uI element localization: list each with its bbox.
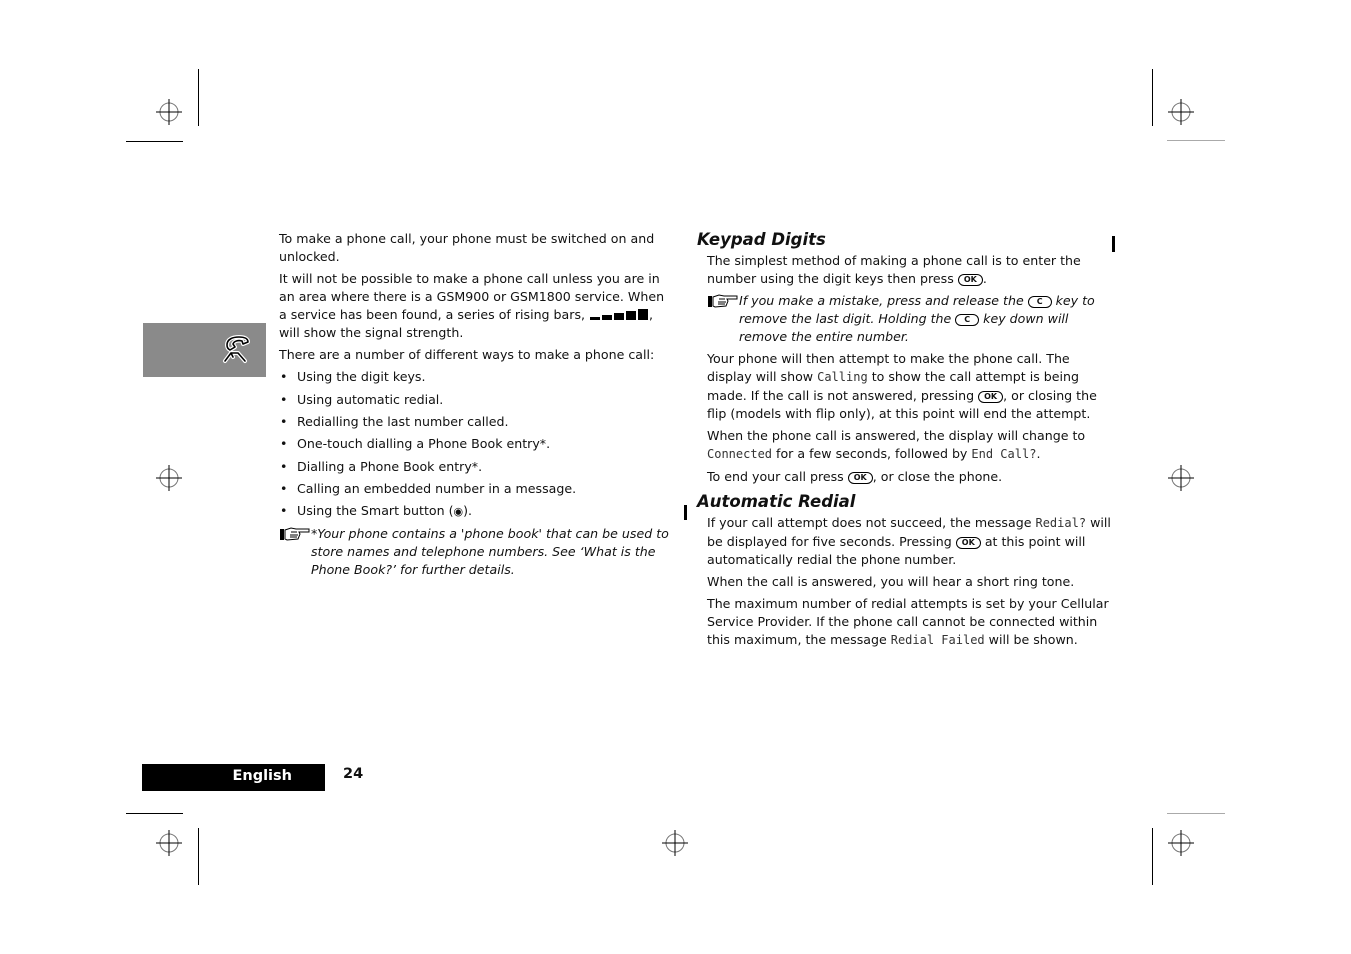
list-item: • Redialling the last number called. bbox=[280, 413, 509, 429]
crop-mark bbox=[198, 69, 199, 126]
phone-handset-icon bbox=[223, 335, 250, 363]
redial-paragraph: If your call attempt does not succeed, t… bbox=[707, 514, 1111, 567]
ok-key-icon: OK bbox=[957, 273, 983, 286]
registration-mark-icon bbox=[1168, 830, 1194, 856]
registration-mark-icon bbox=[156, 830, 182, 856]
c-key-icon: C bbox=[955, 313, 980, 326]
pointing-hand-icon bbox=[708, 294, 738, 308]
crop-mark bbox=[198, 828, 199, 885]
display-text: Calling bbox=[817, 369, 868, 384]
crop-mark bbox=[126, 141, 183, 142]
display-text: Connected bbox=[707, 446, 773, 461]
list-item: • One-touch dialling a Phone Book entry*. bbox=[280, 436, 551, 452]
ways-intro: There are a number of different ways to … bbox=[279, 346, 655, 362]
left-column: To make a phone call, your phone must be… bbox=[279, 230, 674, 583]
smart-button-icon: ◉ bbox=[453, 505, 464, 519]
c-key-icon: C bbox=[1027, 296, 1052, 309]
phone-book-note: *Your phone contains a 'phone book' that… bbox=[279, 525, 674, 578]
registration-mark-icon bbox=[1168, 465, 1194, 491]
section-tab bbox=[143, 323, 266, 377]
list-item: • Using the digit keys. bbox=[280, 369, 426, 385]
crop-mark bbox=[126, 813, 183, 814]
intro-paragraph: To make a phone call, your phone must be… bbox=[279, 231, 655, 264]
list-item: • Calling an embedded number in a message… bbox=[280, 480, 577, 496]
list-item: • Using automatic redial. bbox=[280, 391, 444, 407]
crop-mark bbox=[1167, 140, 1225, 141]
ok-key-icon: OK bbox=[955, 536, 981, 549]
registration-mark-icon bbox=[662, 830, 688, 856]
change-bar bbox=[684, 505, 687, 520]
pointing-hand-icon bbox=[280, 527, 310, 541]
language-label: English bbox=[142, 764, 325, 791]
right-column: Keypad Digits The simplest method of mak… bbox=[697, 230, 1112, 654]
registration-mark-icon bbox=[156, 465, 182, 491]
crop-mark bbox=[1167, 813, 1225, 814]
change-bar bbox=[1112, 236, 1115, 252]
automatic-redial-heading: Automatic Redial bbox=[697, 491, 856, 511]
end-call-paragraph: To end your call press OK, or close the … bbox=[707, 469, 1003, 485]
ring-tone-paragraph: When the call is answered, you will hear… bbox=[707, 573, 1075, 589]
max-attempts-paragraph: The maximum number of redial attempts is… bbox=[707, 596, 1109, 647]
crop-mark bbox=[1152, 69, 1153, 126]
list-item: • Using the Smart button (◉). bbox=[280, 503, 473, 519]
list-item: • Dialling a Phone Book entry*. bbox=[280, 458, 483, 474]
display-text: End Call? bbox=[971, 446, 1037, 461]
ways-list: • Using the digit keys. • Using automatic … bbox=[279, 368, 674, 521]
service-paragraph: It will not be possible to make a phone … bbox=[279, 271, 665, 340]
registration-mark-icon bbox=[1168, 99, 1194, 125]
display-text: Redial Failed bbox=[890, 632, 985, 647]
crop-mark bbox=[1152, 828, 1153, 885]
keypad-digits-heading: Keypad Digits bbox=[697, 230, 826, 249]
ok-key-icon: OK bbox=[847, 472, 873, 485]
registration-mark-icon bbox=[156, 99, 182, 125]
calling-paragraph: Your phone will then attempt to make the… bbox=[707, 351, 1097, 421]
display-text: Redial? bbox=[1035, 515, 1087, 530]
ok-key-icon: OK bbox=[978, 390, 1004, 403]
keypad-paragraph: The simplest method of making a phone ca… bbox=[707, 253, 1081, 286]
mistake-note: If you make a mistake, press and release… bbox=[707, 292, 1112, 345]
page-number: 24 bbox=[343, 766, 364, 782]
signal-strength-icon bbox=[590, 308, 649, 320]
answered-paragraph: When the phone call is answered, the dis… bbox=[707, 427, 1086, 461]
